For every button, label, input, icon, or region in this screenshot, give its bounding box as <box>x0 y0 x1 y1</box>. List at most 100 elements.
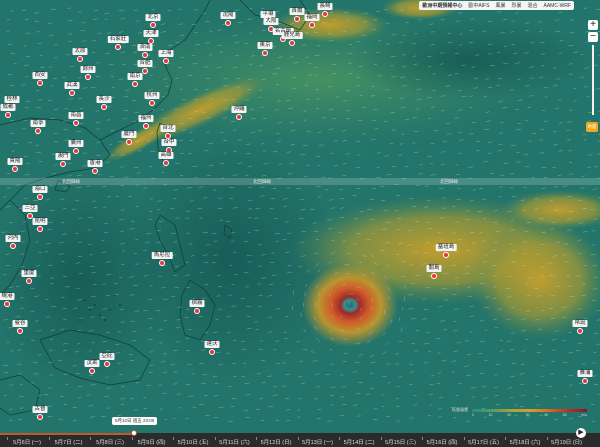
play-icon[interactable]: ▶ <box>576 428 586 438</box>
city-marker[interactable] <box>194 308 200 314</box>
city-marker[interactable] <box>431 273 437 279</box>
legend-tick: 50 <box>562 413 567 417</box>
city-marker[interactable] <box>289 40 295 46</box>
city-marker[interactable] <box>142 52 148 58</box>
city-label: 廈門 <box>121 131 137 138</box>
timeline-day[interactable]: 5月15日 (三) <box>385 438 416 446</box>
model-tab-mixed[interactable]: 混合 <box>527 2 537 9</box>
timeline-day[interactable]: 5月11日 (六) <box>219 438 249 446</box>
city-marker[interactable] <box>142 68 148 74</box>
city-label: 平壤 <box>260 11 276 18</box>
city-marker[interactable] <box>236 114 242 120</box>
model-tab-storm[interactable]: 風暴 <box>495 2 505 9</box>
timeline-day[interactable]: 5月17日 (五) <box>468 438 499 446</box>
city-marker[interactable] <box>5 112 11 118</box>
city-marker[interactable] <box>163 160 169 166</box>
city-marker[interactable] <box>149 100 155 106</box>
city-marker[interactable] <box>582 378 588 384</box>
city-label: 南昌 <box>68 112 84 119</box>
city-marker[interactable] <box>225 20 231 26</box>
timeline-day[interactable]: 5月19日 (日) <box>551 438 582 446</box>
city-marker[interactable] <box>309 22 315 28</box>
timeline-day[interactable]: 5月13日 (一) <box>302 438 333 446</box>
city-marker[interactable] <box>101 104 107 110</box>
city-marker[interactable] <box>37 80 43 86</box>
city-label: 杭州 <box>144 92 160 99</box>
city-marker[interactable] <box>150 22 156 28</box>
city-marker[interactable] <box>443 252 449 258</box>
city-label: 天津 <box>143 30 159 37</box>
city-marker[interactable] <box>294 16 300 22</box>
current-time-tooltip: 5月10日 週五 23:00 <box>112 417 158 425</box>
model-tab-ecmwf[interactable]: 歐洲中期預報中心 <box>422 2 462 9</box>
timeline-scrubber[interactable] <box>131 430 137 436</box>
city-label: 大阪 <box>263 18 279 25</box>
city-label: 濟南 <box>137 44 153 51</box>
city-marker[interactable] <box>10 243 16 249</box>
timeline-bar[interactable]: 5月6日 (一) 5月7日 (二) 5月8日 (三) 5月9日 (四) 5月10日 (五… <box>0 433 600 447</box>
timeline-day[interactable]: 5月7日 (二) <box>55 438 83 446</box>
city-marker[interactable] <box>85 74 91 80</box>
city-label: 上海 <box>158 50 174 57</box>
zoom-in-button[interactable]: + <box>588 20 598 30</box>
legend-tick: m/s <box>581 413 587 417</box>
timeline-day[interactable]: 5月8日 (三) <box>96 438 124 446</box>
level-slider-handle[interactable]: 地面 <box>586 122 598 132</box>
city-label: 北京 <box>145 14 161 21</box>
city-marker[interactable] <box>115 44 121 50</box>
city-marker[interactable] <box>126 139 132 145</box>
city-marker[interactable] <box>60 161 66 167</box>
level-slider-track[interactable] <box>592 45 594 115</box>
city-label: 馬尼拉 <box>151 252 173 259</box>
model-tab-severe[interactable]: 烈暴 <box>511 2 521 9</box>
legend-tick: 0 <box>472 413 474 417</box>
city-marker[interactable] <box>37 226 43 232</box>
timeline-tick <box>297 437 299 440</box>
city-marker[interactable] <box>4 301 10 307</box>
legend-color-bar <box>472 409 587 412</box>
city-marker[interactable] <box>322 11 328 17</box>
timeline-day[interactable]: 5月16日 (四) <box>427 438 458 446</box>
city-marker[interactable] <box>143 123 149 129</box>
city-marker[interactable] <box>69 90 75 96</box>
city-label: 帛琉 <box>572 320 588 327</box>
timeline-tick <box>173 437 174 440</box>
timeline-progress <box>0 433 132 435</box>
timeline-days: 5月6日 (一) 5月7日 (二) 5月8日 (三) 5月9日 (四) 5月10日 (五… <box>0 437 582 447</box>
city-label: 南寧 <box>30 120 46 127</box>
city-marker[interactable] <box>262 50 268 56</box>
timeline-day[interactable]: 5月9日 (四) <box>138 438 166 446</box>
city-marker[interactable] <box>73 120 79 126</box>
timeline-tick <box>214 437 216 440</box>
timeline-day[interactable]: 5月6日 (一) <box>13 438 41 446</box>
city-marker[interactable] <box>209 349 215 355</box>
city-label: 雅浦 <box>577 370 593 377</box>
timeline-day[interactable]: 5月18日 (六) <box>510 438 541 446</box>
city-marker[interactable] <box>37 194 43 200</box>
city-label: 貴陽 <box>7 158 23 165</box>
timeline-day[interactable]: 5月10日 (五) <box>178 438 209 446</box>
city-marker[interactable] <box>89 368 95 374</box>
city-marker[interactable] <box>92 168 98 174</box>
city-label: 東京 <box>257 42 273 49</box>
city-label: 南京 <box>127 73 143 80</box>
timeline-tick <box>48 437 50 440</box>
city-marker[interactable] <box>12 166 18 172</box>
city-marker[interactable] <box>132 81 138 87</box>
city-marker[interactable] <box>73 148 79 154</box>
city-marker[interactable] <box>26 278 32 284</box>
model-tab-aamc-wrf[interactable]: AAMC-WRF <box>544 3 572 9</box>
city-marker[interactable] <box>17 328 23 334</box>
timeline-day[interactable]: 5月12日 (日) <box>261 438 292 446</box>
city-marker[interactable] <box>77 56 83 62</box>
model-tab-aifs[interactable]: 歐中AIFS <box>468 2 489 9</box>
city-marker[interactable] <box>35 128 41 134</box>
city-marker[interactable] <box>577 328 583 334</box>
city-marker[interactable] <box>159 260 165 266</box>
city-label: 桂林 <box>4 96 20 103</box>
city-marker[interactable] <box>163 58 169 64</box>
city-marker[interactable] <box>37 414 43 420</box>
city-marker[interactable] <box>104 361 110 367</box>
timeline-day[interactable]: 5月14日 (二) <box>344 438 375 446</box>
zoom-out-button[interactable]: − <box>588 32 598 42</box>
